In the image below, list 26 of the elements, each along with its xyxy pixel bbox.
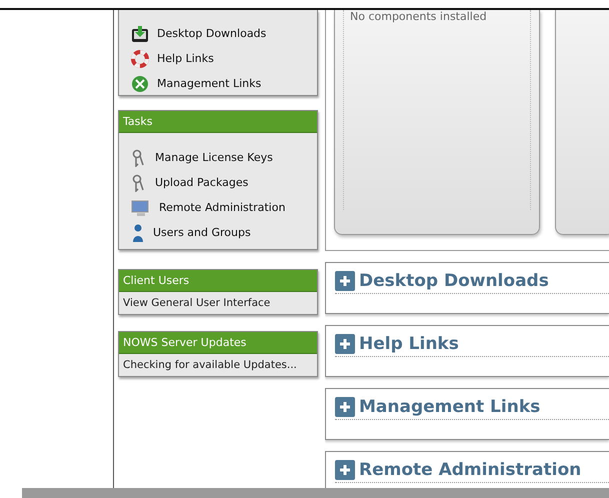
plus-icon[interactable] [335, 460, 355, 480]
sidebar-link[interactable]: Desktop Downloads [157, 27, 266, 40]
plus-icon[interactable] [335, 397, 355, 417]
tools-icon [131, 74, 149, 92]
section-title[interactable]: Management Links [359, 397, 540, 417]
lifebuoy-icon [131, 50, 149, 68]
plus-icon[interactable] [335, 334, 355, 354]
sidebar-link[interactable]: View General User Interface [119, 292, 317, 314]
monitor-icon [131, 198, 151, 216]
section-title[interactable]: Help Links [359, 334, 459, 354]
sidebar-link[interactable]: Manage License Keys [155, 151, 273, 164]
panel-header: Client Users [119, 270, 317, 292]
sidebar-link[interactable]: Upload Packages [155, 176, 248, 189]
plus-icon[interactable] [335, 271, 355, 291]
sidebar-link[interactable]: Remote Administration [159, 201, 286, 214]
download-icon [131, 24, 149, 42]
sidebar-link[interactable]: Users and Groups [153, 226, 251, 239]
section-title[interactable]: Desktop Downloads [359, 271, 549, 291]
sidebar-link[interactable]: Help Links [157, 52, 214, 65]
empty-message: No components installed [350, 10, 487, 23]
panel-header: NOWS Server Updates [119, 332, 317, 354]
section-title[interactable]: Remote Administration [359, 460, 582, 480]
sidebar-link[interactable]: Checking for available Updates... [119, 354, 317, 376]
panel-header: Tasks [119, 111, 317, 133]
sidebar-link[interactable]: Management Links [157, 77, 262, 90]
user-icon [131, 224, 145, 242]
